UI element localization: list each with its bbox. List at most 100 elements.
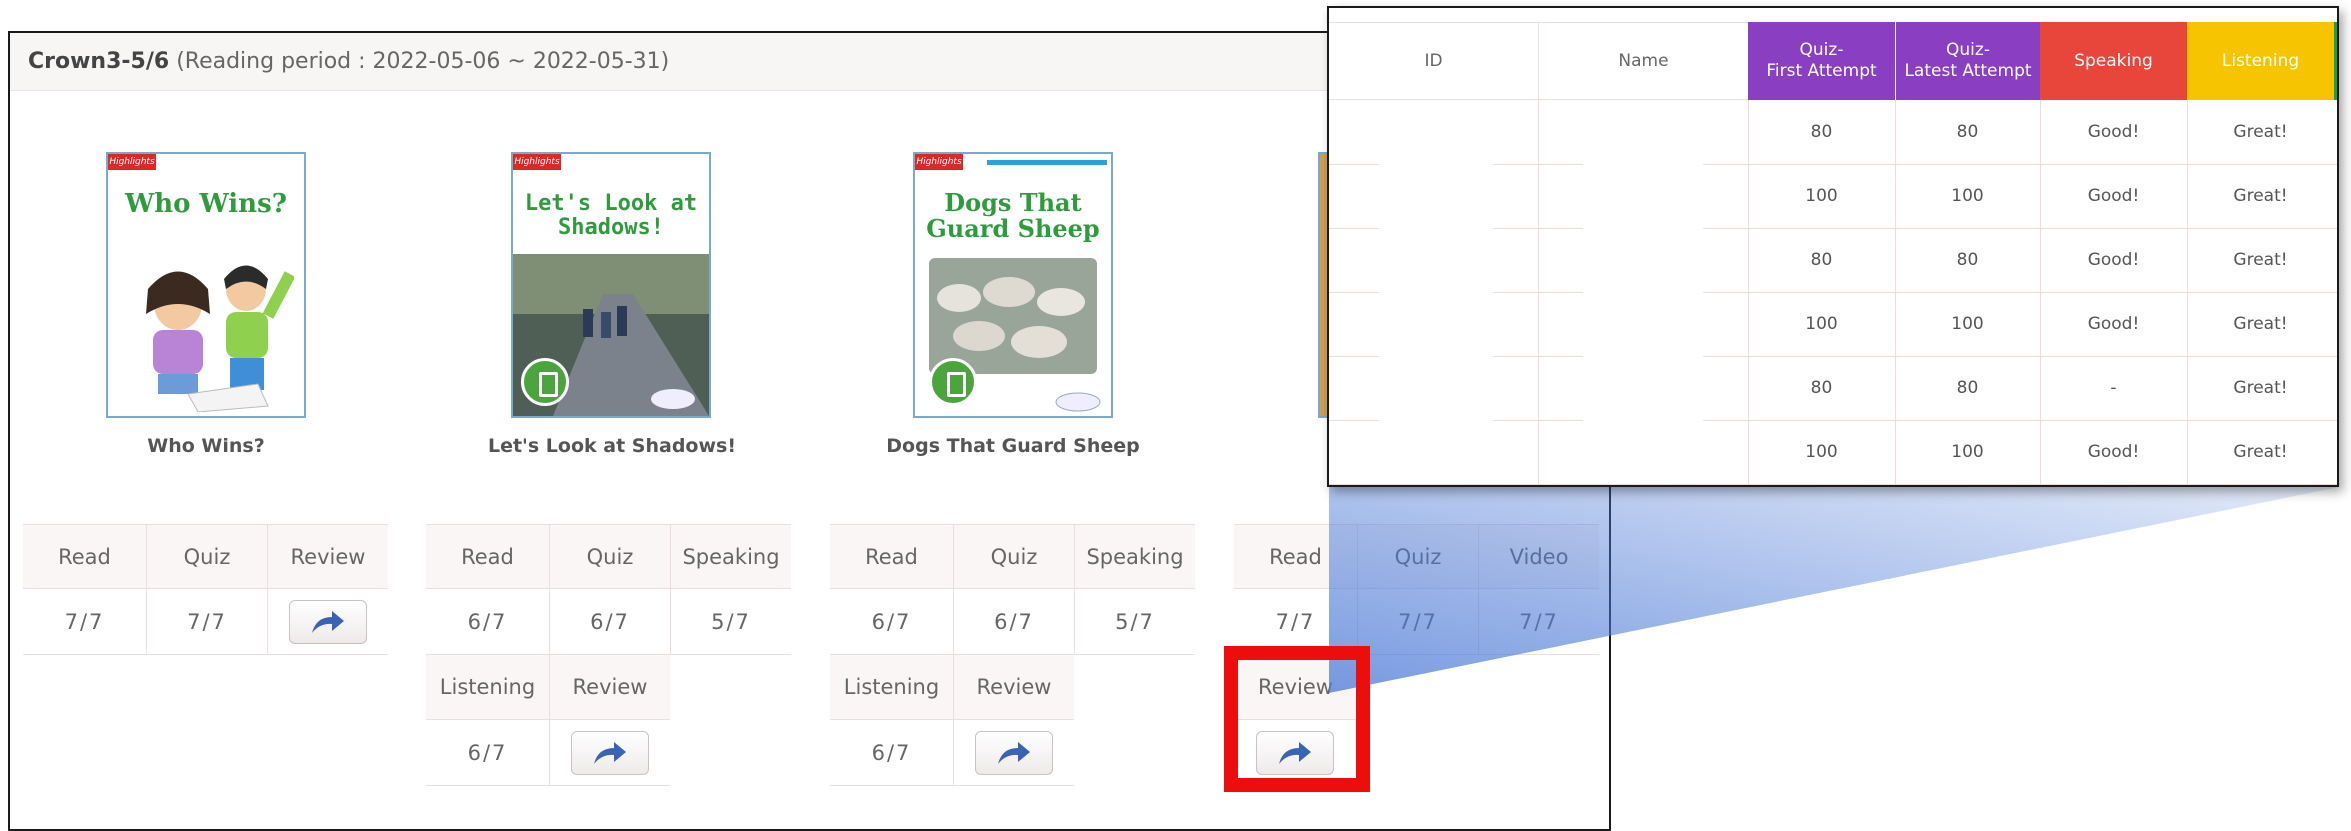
cover-title: Who Wins? xyxy=(125,189,287,219)
cover-photo xyxy=(929,258,1097,374)
header-name: Name xyxy=(1538,22,1748,100)
header-quiz-first-line1: Quiz- xyxy=(1799,40,1844,60)
stat-value: 7/7 xyxy=(146,589,267,655)
cell-quiz-latest: 100 xyxy=(1951,442,1984,462)
cover-stripe xyxy=(987,160,1107,165)
cell-quiz-latest: 80 xyxy=(1956,122,1979,142)
stat-value: 6/7 xyxy=(426,589,549,655)
stat-value: 5/7 xyxy=(1074,589,1195,655)
grid-line xyxy=(1703,420,2337,421)
stat-value: 6/7 xyxy=(830,720,953,786)
header-edge-column xyxy=(2334,22,2337,100)
stat-value: 7/7 xyxy=(23,589,146,655)
header-listening: Listening xyxy=(2187,22,2334,100)
header-quiz-latest: Quiz- Latest Attempt xyxy=(1895,22,2040,100)
share-arrow-icon xyxy=(594,742,626,764)
class-name: Crown3-5/6 xyxy=(28,49,170,74)
book-title: Let's Look at Shadows! xyxy=(487,435,736,457)
cell-speaking: Good! xyxy=(2087,250,2140,270)
cell-quiz-latest: 80 xyxy=(1956,378,1979,398)
review-button[interactable] xyxy=(975,731,1053,775)
cell-listening: Great! xyxy=(2233,442,2288,462)
book-cover-shadows[interactable]: Highlights Let's Look at Shadows! xyxy=(511,152,711,418)
brand-label: Highlights xyxy=(108,154,156,170)
review-highlight-box xyxy=(1224,646,1370,792)
cell-listening: Great! xyxy=(2233,378,2288,398)
stat-value: 5/7 xyxy=(670,589,791,655)
ebook-badge-icon xyxy=(929,358,977,406)
book-cover-who-wins[interactable]: Highlights Who Wins? xyxy=(106,152,306,418)
zoom-detail-table: ID Name Quiz- First Attempt Quiz- Latest… xyxy=(1327,6,2339,487)
share-arrow-icon xyxy=(312,611,344,633)
cell-quiz-first: 80 xyxy=(1810,250,1833,270)
cell-quiz-first: 100 xyxy=(1805,314,1838,334)
cell-quiz-first: 100 xyxy=(1805,186,1838,206)
grid-line xyxy=(1895,100,1896,485)
brand-label: Highlights xyxy=(513,154,561,170)
stat-header: Review xyxy=(267,524,388,589)
cell-quiz-latest: 100 xyxy=(1951,186,1984,206)
cell-quiz-first: 100 xyxy=(1805,442,1838,462)
stat-header: Review xyxy=(953,655,1074,720)
header-speaking: Speaking xyxy=(2040,22,2187,100)
header-id: ID xyxy=(1329,22,1538,100)
review-cell xyxy=(549,720,670,786)
grid-line xyxy=(1329,484,2337,485)
stat-value: 7/7 xyxy=(1478,589,1599,655)
cell-speaking: Good! xyxy=(2087,122,2140,142)
ebook-badge-icon xyxy=(521,358,569,406)
grid-line xyxy=(2040,100,2041,485)
share-arrow-icon xyxy=(998,742,1030,764)
stat-header: Review xyxy=(549,655,670,720)
grid-line xyxy=(2187,100,2188,485)
book-title: Who Wins? xyxy=(147,435,265,457)
reading-period: (Reading period : 2022-05-06 ~ 2022-05-3… xyxy=(176,49,670,74)
review-button[interactable] xyxy=(571,731,649,775)
cell-listening: Great! xyxy=(2233,122,2288,142)
review-button[interactable] xyxy=(289,600,367,644)
review-cell xyxy=(953,720,1074,786)
header-quiz-first-line2: First Attempt xyxy=(1766,61,1877,81)
review-cell xyxy=(267,589,388,655)
stat-value: 7/7 xyxy=(1357,589,1478,655)
cell-speaking: Good! xyxy=(2087,314,2140,334)
cell-quiz-first: 80 xyxy=(1810,378,1833,398)
grid-line xyxy=(1493,356,1583,357)
cell-listening: Great! xyxy=(2233,186,2288,206)
header-quiz-first: Quiz- First Attempt xyxy=(1748,22,1895,100)
stat-value: 6/7 xyxy=(549,589,670,655)
cover-title: Dogs That Guard Sheep xyxy=(926,188,1100,243)
cover-illustration xyxy=(146,265,294,412)
stat-header: Listening xyxy=(426,655,549,720)
grid-line xyxy=(1493,292,1583,293)
grid-line xyxy=(1329,420,1379,421)
cell-listening: Great! xyxy=(2233,314,2288,334)
grid-line xyxy=(1329,292,1379,293)
grid-line xyxy=(1703,228,2337,229)
header-quiz-latest-line1: Quiz- xyxy=(1946,40,1990,60)
stat-header: Listening xyxy=(830,655,953,720)
cell-quiz-latest: 100 xyxy=(1951,314,1984,334)
grid-line xyxy=(1703,356,2337,357)
stat-header: Read xyxy=(830,524,953,589)
grid-line xyxy=(1748,100,1749,485)
grid-line xyxy=(1703,164,2337,165)
grid-line xyxy=(1493,228,1583,229)
grid-line xyxy=(1493,164,1583,165)
stat-value: 6/7 xyxy=(426,720,549,786)
stat-header: Speaking xyxy=(670,524,791,589)
stat-header: Video xyxy=(1478,524,1599,589)
cell-quiz-latest: 80 xyxy=(1956,250,1979,270)
cell-speaking: Good! xyxy=(2087,442,2140,462)
grid-line xyxy=(1703,292,2337,293)
stat-header: Speaking xyxy=(1074,524,1195,589)
grid-line xyxy=(1329,356,1379,357)
stat-header: Read xyxy=(426,524,549,589)
stat-header: Quiz xyxy=(953,524,1074,589)
grid-line xyxy=(1329,228,1379,229)
book-cover-dogs[interactable]: Highlights Dogs That Guard Sheep xyxy=(913,152,1113,418)
stat-value: 6/7 xyxy=(953,589,1074,655)
header-quiz-latest-line2: Latest Attempt xyxy=(1904,61,2032,81)
grid-line xyxy=(1538,100,1539,485)
stat-value: 6/7 xyxy=(830,589,953,655)
